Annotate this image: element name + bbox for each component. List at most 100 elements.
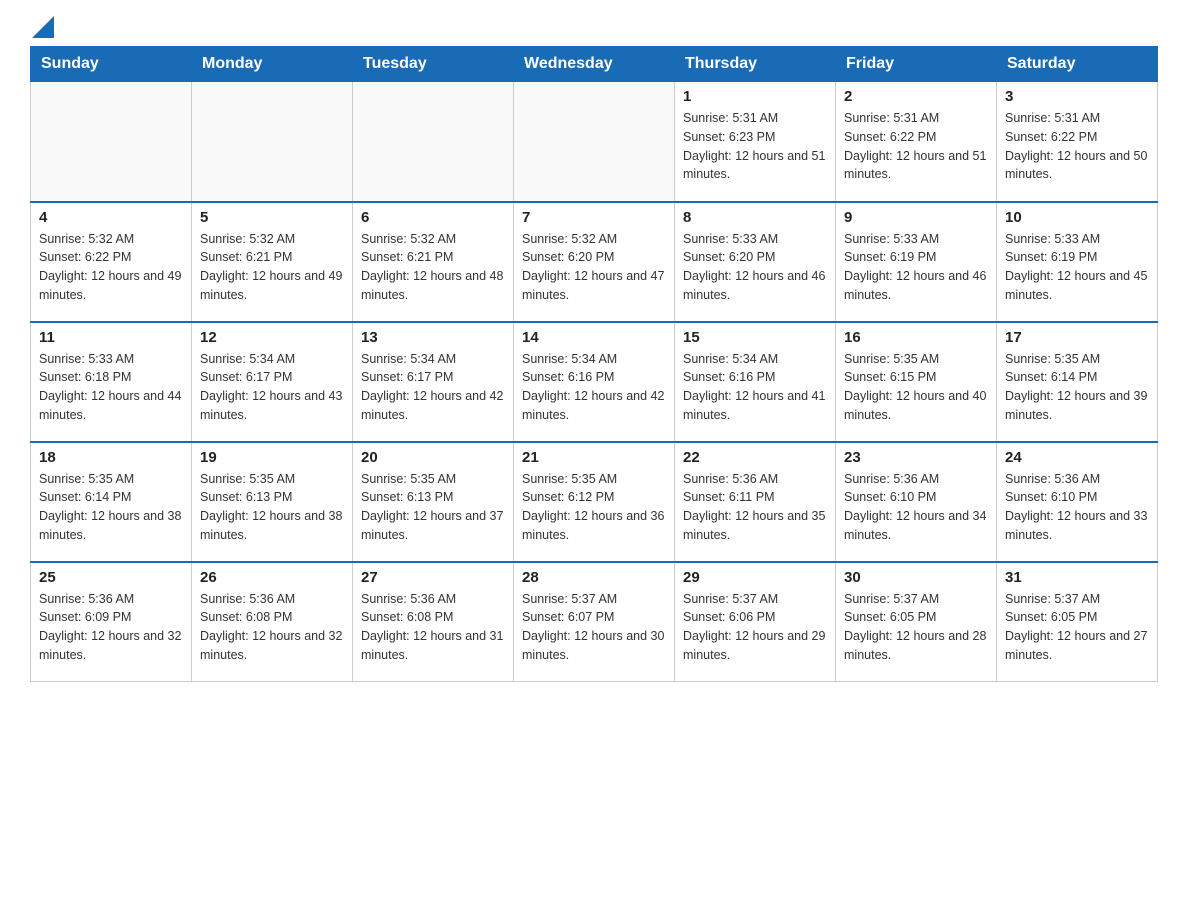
calendar-cell: 7 Sunrise: 5:32 AMSunset: 6:20 PMDaylight… [514, 202, 675, 322]
day-number: 7 [522, 209, 666, 226]
day-info: Sunrise: 5:35 AMSunset: 6:13 PMDaylight:… [200, 470, 344, 545]
calendar-cell: 24Sunrise: 5:36 AMSunset: 6:10 PMDayligh… [997, 442, 1158, 562]
calendar-cell [353, 82, 514, 202]
day-number: 24 [1005, 449, 1149, 466]
day-number: 27 [361, 569, 505, 586]
calendar-cell [31, 82, 192, 202]
weekday-header-row: SundayMondayTuesdayWednesdayThursdayFrid… [31, 47, 1158, 82]
day-info: Sunrise: 5:35 AMSunset: 6:14 PMDaylight:… [1005, 350, 1149, 425]
day-info: Sunrise: 5:32 AMSunset: 6:21 PMDaylight:… [200, 230, 344, 305]
day-number: 11 [39, 329, 183, 346]
day-info: Sunrise: 5:35 AMSunset: 6:13 PMDaylight:… [361, 470, 505, 545]
calendar-cell: 22Sunrise: 5:36 AMSunset: 6:11 PMDayligh… [675, 442, 836, 562]
calendar-cell: 20 Sunrise: 5:35 AMSunset: 6:13 PMDayligh… [353, 442, 514, 562]
day-info: Sunrise: 5:36 AMSunset: 6:08 PMDaylight:… [361, 590, 505, 665]
calendar-cell [192, 82, 353, 202]
day-info: Sunrise: 5:33 AMSunset: 6:18 PMDaylight:… [39, 350, 183, 425]
day-info: Sunrise: 5:37 AMSunset: 6:07 PMDaylight:… [522, 590, 666, 665]
calendar-week-row: 1Sunrise: 5:31 AMSunset: 6:23 PMDaylight… [31, 82, 1158, 202]
weekday-header-saturday: Saturday [997, 47, 1158, 82]
day-number: 20 [361, 449, 505, 466]
weekday-header-monday: Monday [192, 47, 353, 82]
day-number: 12 [200, 329, 344, 346]
calendar-week-row: 25 Sunrise: 5:36 AMSunset: 6:09 PMDayligh… [31, 562, 1158, 682]
day-number: 28 [522, 569, 666, 586]
day-info: Sunrise: 5:34 AMSunset: 6:17 PMDaylight:… [361, 350, 505, 425]
day-number: 29 [683, 569, 827, 586]
calendar-cell: 1Sunrise: 5:31 AMSunset: 6:23 PMDaylight… [675, 82, 836, 202]
calendar-cell: 29 Sunrise: 5:37 AMSunset: 6:06 PMDayligh… [675, 562, 836, 682]
day-info: Sunrise: 5:37 AMSunset: 6:05 PMDaylight:… [1005, 590, 1149, 665]
day-info: Sunrise: 5:31 AMSunset: 6:23 PMDaylight:… [683, 109, 827, 184]
calendar-cell: 8 Sunrise: 5:33 AMSunset: 6:20 PMDaylight… [675, 202, 836, 322]
day-number: 23 [844, 449, 988, 466]
calendar-cell: 3 Sunrise: 5:31 AMSunset: 6:22 PMDaylight… [997, 82, 1158, 202]
weekday-header-sunday: Sunday [31, 47, 192, 82]
day-info: Sunrise: 5:32 AMSunset: 6:22 PMDaylight:… [39, 230, 183, 305]
day-info: Sunrise: 5:36 AMSunset: 6:09 PMDaylight:… [39, 590, 183, 665]
day-info: Sunrise: 5:31 AMSunset: 6:22 PMDaylight:… [1005, 109, 1149, 184]
day-number: 9 [844, 209, 988, 226]
day-number: 3 [1005, 88, 1149, 105]
day-number: 5 [200, 209, 344, 226]
calendar-cell: 25 Sunrise: 5:36 AMSunset: 6:09 PMDayligh… [31, 562, 192, 682]
calendar-cell: 16Sunrise: 5:35 AMSunset: 6:15 PMDayligh… [836, 322, 997, 442]
day-number: 10 [1005, 209, 1149, 226]
day-number: 30 [844, 569, 988, 586]
calendar-cell: 12 Sunrise: 5:34 AMSunset: 6:17 PMDayligh… [192, 322, 353, 442]
day-info: Sunrise: 5:32 AMSunset: 6:20 PMDaylight:… [522, 230, 666, 305]
calendar-cell: 2Sunrise: 5:31 AMSunset: 6:22 PMDaylight… [836, 82, 997, 202]
day-number: 25 [39, 569, 183, 586]
day-info: Sunrise: 5:34 AMSunset: 6:17 PMDaylight:… [200, 350, 344, 425]
day-number: 21 [522, 449, 666, 466]
page-header [30, 20, 1158, 38]
calendar-body: 1Sunrise: 5:31 AMSunset: 6:23 PMDaylight… [31, 82, 1158, 682]
calendar-week-row: 18 Sunrise: 5:35 AMSunset: 6:14 PMDayligh… [31, 442, 1158, 562]
day-number: 19 [200, 449, 344, 466]
calendar-cell: 10 Sunrise: 5:33 AMSunset: 6:19 PMDayligh… [997, 202, 1158, 322]
day-info: Sunrise: 5:35 AMSunset: 6:12 PMDaylight:… [522, 470, 666, 545]
calendar-cell: 15 Sunrise: 5:34 AMSunset: 6:16 PMDayligh… [675, 322, 836, 442]
day-info: Sunrise: 5:33 AMSunset: 6:20 PMDaylight:… [683, 230, 827, 305]
calendar-cell: 27 Sunrise: 5:36 AMSunset: 6:08 PMDayligh… [353, 562, 514, 682]
day-number: 31 [1005, 569, 1149, 586]
calendar-week-row: 11 Sunrise: 5:33 AMSunset: 6:18 PMDayligh… [31, 322, 1158, 442]
day-number: 8 [683, 209, 827, 226]
calendar-cell: 17Sunrise: 5:35 AMSunset: 6:14 PMDayligh… [997, 322, 1158, 442]
day-info: Sunrise: 5:33 AMSunset: 6:19 PMDaylight:… [1005, 230, 1149, 305]
weekday-header-tuesday: Tuesday [353, 47, 514, 82]
calendar-cell: 14Sunrise: 5:34 AMSunset: 6:16 PMDayligh… [514, 322, 675, 442]
day-info: Sunrise: 5:36 AMSunset: 6:08 PMDaylight:… [200, 590, 344, 665]
calendar-cell: 19 Sunrise: 5:35 AMSunset: 6:13 PMDayligh… [192, 442, 353, 562]
calendar-cell: 26Sunrise: 5:36 AMSunset: 6:08 PMDayligh… [192, 562, 353, 682]
day-info: Sunrise: 5:35 AMSunset: 6:14 PMDaylight:… [39, 470, 183, 545]
day-number: 4 [39, 209, 183, 226]
calendar-cell: 11 Sunrise: 5:33 AMSunset: 6:18 PMDayligh… [31, 322, 192, 442]
calendar-cell: 30Sunrise: 5:37 AMSunset: 6:05 PMDayligh… [836, 562, 997, 682]
calendar-cell [514, 82, 675, 202]
calendar-cell: 6 Sunrise: 5:32 AMSunset: 6:21 PMDaylight… [353, 202, 514, 322]
day-number: 6 [361, 209, 505, 226]
calendar-table: SundayMondayTuesdayWednesdayThursdayFrid… [30, 46, 1158, 682]
day-info: Sunrise: 5:37 AMSunset: 6:06 PMDaylight:… [683, 590, 827, 665]
day-info: Sunrise: 5:36 AMSunset: 6:11 PMDaylight:… [683, 470, 827, 545]
day-info: Sunrise: 5:33 AMSunset: 6:19 PMDaylight:… [844, 230, 988, 305]
day-info: Sunrise: 5:32 AMSunset: 6:21 PMDaylight:… [361, 230, 505, 305]
day-number: 18 [39, 449, 183, 466]
calendar-week-row: 4 Sunrise: 5:32 AMSunset: 6:22 PMDaylight… [31, 202, 1158, 322]
day-info: Sunrise: 5:36 AMSunset: 6:10 PMDaylight:… [844, 470, 988, 545]
day-info: Sunrise: 5:35 AMSunset: 6:15 PMDaylight:… [844, 350, 988, 425]
calendar-cell: 18 Sunrise: 5:35 AMSunset: 6:14 PMDayligh… [31, 442, 192, 562]
logo [30, 20, 54, 38]
day-info: Sunrise: 5:34 AMSunset: 6:16 PMDaylight:… [522, 350, 666, 425]
calendar-cell: 28 Sunrise: 5:37 AMSunset: 6:07 PMDayligh… [514, 562, 675, 682]
calendar-cell: 31 Sunrise: 5:37 AMSunset: 6:05 PMDayligh… [997, 562, 1158, 682]
weekday-header-friday: Friday [836, 47, 997, 82]
calendar-cell: 5 Sunrise: 5:32 AMSunset: 6:21 PMDaylight… [192, 202, 353, 322]
day-number: 13 [361, 329, 505, 346]
day-info: Sunrise: 5:34 AMSunset: 6:16 PMDaylight:… [683, 350, 827, 425]
logo-triangle-icon [32, 16, 54, 38]
weekday-header-wednesday: Wednesday [514, 47, 675, 82]
day-number: 15 [683, 329, 827, 346]
calendar-header: SundayMondayTuesdayWednesdayThursdayFrid… [31, 47, 1158, 82]
